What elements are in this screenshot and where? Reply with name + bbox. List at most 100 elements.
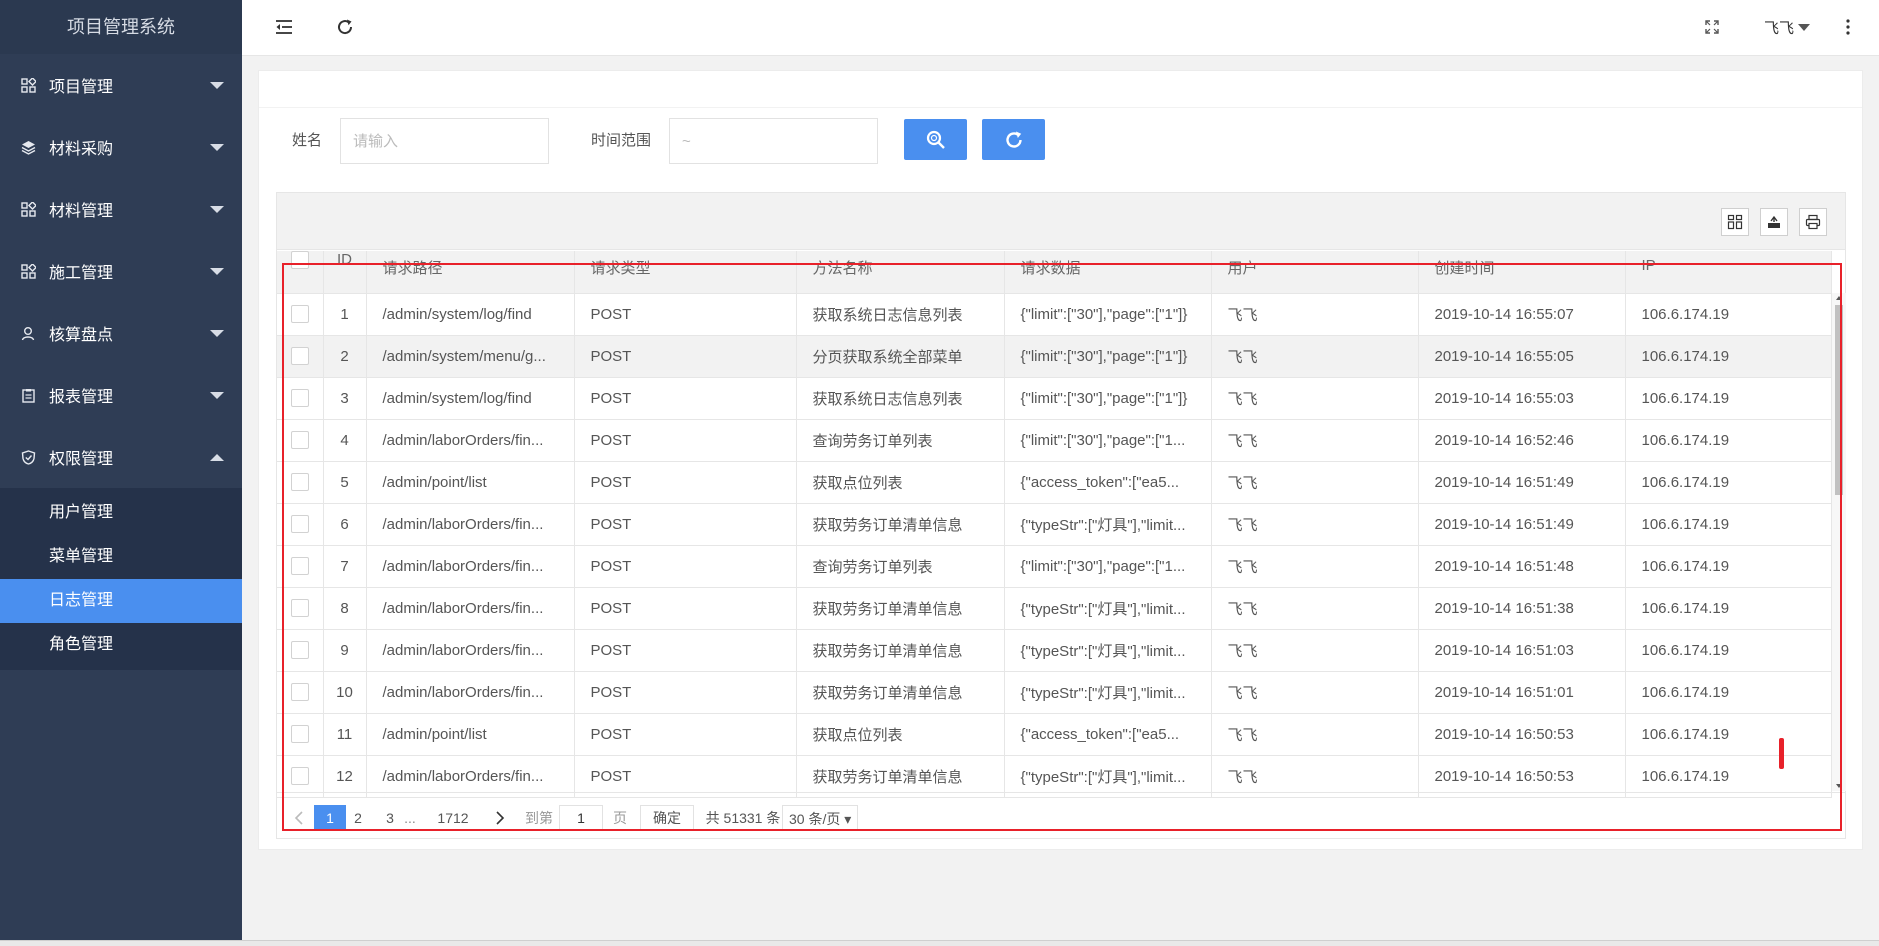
scrollbar-thumb[interactable] — [1835, 305, 1843, 495]
sidebar-item-roles[interactable]: 角色管理 — [0, 623, 242, 667]
checkbox[interactable] — [290, 641, 309, 660]
export-button[interactable] — [1760, 208, 1788, 236]
sidebar-item-accounting[interactable]: 核算盘点 — [0, 302, 242, 364]
row-select[interactable] — [277, 461, 324, 504]
menu-fold-icon[interactable] — [271, 14, 297, 40]
header-select-all[interactable] — [277, 251, 324, 294]
cell-path: /admin/laborOrders/fin... — [366, 503, 575, 546]
table-row[interactable]: 11/admin/point/list POST 获取点位列表 {"access_to… — [277, 713, 1832, 756]
row-select[interactable] — [277, 545, 324, 588]
page-3[interactable]: 3 — [380, 805, 400, 831]
checkbox[interactable] — [290, 599, 309, 618]
sidebar-item-permission[interactable]: 权限管理 — [0, 426, 242, 488]
table-row[interactable]: 4/admin/laborOrders/fin... POST 查询劳务订单列表 {"… — [277, 419, 1832, 462]
user-menu[interactable]: 飞飞 — [1764, 17, 1811, 38]
cell-user: 飞飞 — [1211, 377, 1419, 420]
row-select[interactable] — [277, 587, 324, 630]
sidebar-item-construction[interactable]: 施工管理 — [0, 240, 242, 302]
page-current[interactable]: 1 — [314, 805, 346, 831]
sidebar-item-purchase[interactable]: 材料采购 — [0, 116, 242, 178]
refresh-icon[interactable] — [332, 14, 358, 40]
row-select[interactable] — [277, 335, 324, 378]
checkbox[interactable] — [290, 431, 309, 450]
table-row[interactable]: 9/admin/laborOrders/fin... POST 获取劳务订单清单信息… — [277, 629, 1832, 672]
prev-page-icon[interactable] — [289, 805, 309, 831]
sidebar-item-logs[interactable]: 日志管理 — [0, 579, 242, 623]
columns-filter-button[interactable] — [1721, 208, 1749, 236]
page-size-select[interactable]: 30 条/页 ▾ — [782, 805, 859, 831]
table-row[interactable]: 6/admin/laborOrders/fin... POST 获取劳务订单清单信息… — [277, 503, 1832, 546]
checkbox[interactable] — [290, 515, 309, 534]
checkbox[interactable] — [290, 683, 309, 702]
page-unit: 页 — [613, 810, 627, 826]
table-row[interactable]: 10/admin/laborOrders/fin... POST 获取劳务订单清单信… — [277, 671, 1832, 714]
checkbox[interactable] — [290, 767, 309, 786]
row-select[interactable] — [277, 629, 324, 672]
checkbox[interactable] — [290, 389, 309, 408]
sidebar-item-project[interactable]: 项目管理 — [0, 54, 242, 116]
fullscreen-icon[interactable] — [1699, 14, 1725, 40]
checkbox[interactable] — [290, 725, 309, 744]
row-select[interactable] — [277, 713, 324, 756]
cell-path: /admin/laborOrders/fin... — [366, 587, 575, 630]
cell-method: 获取劳务订单清单信息 — [796, 629, 1005, 672]
sidebar-item-users[interactable]: 用户管理 — [0, 491, 242, 535]
cell-time: 2019-10-14 16:55:07 — [1418, 293, 1626, 336]
page-ellipsis: ... — [404, 810, 416, 826]
table-row[interactable]: 3/admin/system/log/find POST 获取系统日志信息列表 {"l… — [277, 377, 1832, 420]
cell-data: {"limit":["30"],"page":["1"]} — [1004, 335, 1212, 378]
cell-id: 11 — [323, 713, 367, 756]
page-last[interactable]: 1712 — [433, 805, 473, 831]
checkbox[interactable] — [290, 557, 309, 576]
checkbox[interactable] — [290, 251, 309, 270]
time-range-input[interactable] — [669, 118, 878, 164]
table-row[interactable]: 5/admin/point/list POST 获取点位列表 {"access_tok… — [277, 461, 1832, 504]
cell-time: 2019-10-14 16:51:01 — [1418, 671, 1626, 714]
row-select[interactable] — [277, 755, 324, 798]
row-select[interactable] — [277, 503, 324, 546]
print-button[interactable] — [1799, 208, 1827, 236]
checkbox[interactable] — [290, 473, 309, 492]
goto-confirm-button[interactable]: 确定 — [640, 805, 694, 831]
cell-ip: 106.6.174.19 — [1625, 335, 1832, 378]
scroll-down-icon[interactable] — [1836, 784, 1842, 788]
page-2[interactable]: 2 — [348, 805, 368, 831]
cell-user: 飞飞 — [1211, 419, 1419, 462]
sidebar-item-label: 施工管理 — [49, 265, 114, 282]
cell-id: 1 — [323, 293, 367, 336]
checkbox[interactable] — [290, 305, 309, 324]
name-input[interactable] — [340, 118, 549, 164]
table-scrollbar[interactable] — [1831, 293, 1846, 791]
print-icon — [1805, 214, 1821, 230]
sidebar-item-menus[interactable]: 菜单管理 — [0, 535, 242, 579]
scroll-up-icon[interactable] — [1836, 296, 1842, 300]
caret-down-icon — [1798, 24, 1811, 31]
table-row[interactable]: 12/admin/laborOrders/fin... POST 获取劳务订单清单信… — [277, 755, 1832, 798]
top-header: 飞飞 — [242, 0, 1879, 56]
row-select[interactable] — [277, 419, 324, 462]
caret-down-icon — [210, 144, 224, 151]
caret-down-icon — [210, 330, 224, 337]
cell-method: 获取劳务订单清单信息 — [796, 587, 1005, 630]
layers-icon — [20, 139, 36, 155]
checkbox[interactable] — [290, 347, 309, 366]
table-row[interactable]: 8/admin/laborOrders/fin... POST 获取劳务订单清单信息… — [277, 587, 1832, 630]
reset-button[interactable] — [982, 119, 1045, 160]
next-page-icon[interactable] — [490, 805, 510, 831]
dashboard-icon — [20, 263, 36, 279]
cell-time: 2019-10-14 16:51:49 — [1418, 503, 1626, 546]
goto-page-input[interactable] — [559, 805, 603, 831]
row-select[interactable] — [277, 377, 324, 420]
sidebar-item-material[interactable]: 材料管理 — [0, 178, 242, 240]
sidebar-item-reports[interactable]: 报表管理 — [0, 364, 242, 426]
cell-ip: 106.6.174.19 — [1625, 671, 1832, 714]
caret-down-icon: ▾ — [844, 811, 852, 827]
more-vertical-icon[interactable] — [1835, 14, 1861, 40]
user-icon — [20, 325, 36, 341]
table-row[interactable]: 2/admin/system/menu/g... POST 分页获取系统全部菜单 {"… — [277, 335, 1832, 378]
row-select[interactable] — [277, 671, 324, 714]
table-row[interactable]: 7/admin/laborOrders/fin... POST 查询劳务订单列表 {"… — [277, 545, 1832, 588]
table-row[interactable]: 1/admin/system/log/find POST 获取系统日志信息列表 {"l… — [277, 293, 1832, 336]
row-select[interactable] — [277, 293, 324, 336]
search-button[interactable] — [904, 119, 967, 160]
